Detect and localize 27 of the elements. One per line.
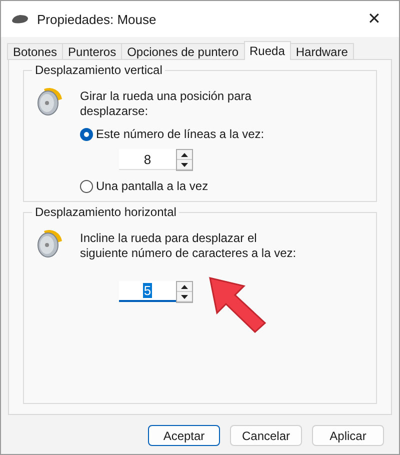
down-arrow-icon [181, 294, 188, 298]
up-arrow-icon [181, 152, 188, 156]
radio-option[interactable]: Este número de líneas a la vez: [80, 127, 300, 141]
tab[interactable]: Hardware [290, 43, 354, 60]
group-legend: Desplazamiento horizontal [32, 205, 180, 219]
close-button[interactable]: ✕ [359, 4, 389, 34]
down-arrow-icon [181, 162, 188, 166]
spin-up-button[interactable] [177, 150, 192, 160]
description-text: Incline la rueda para desplazar el siguiente número de caracteres a la vez: [80, 231, 298, 261]
dialog-button[interactable]: Aplicar [312, 425, 384, 446]
spin-down-button[interactable] [177, 160, 192, 170]
group-legend: Desplazamiento vertical [32, 63, 166, 77]
spin-down-button[interactable] [177, 292, 192, 302]
up-arrow-icon [181, 284, 188, 288]
tab[interactable]: Rueda [244, 41, 291, 60]
mouse-icon [11, 14, 29, 24]
radio-option[interactable]: Una pantalla a la vez [80, 179, 300, 193]
dialog-button[interactable]: Cancelar [230, 425, 302, 446]
arrow-drawing [208, 276, 268, 334]
dialog-button[interactable]: Aceptar [148, 425, 220, 446]
spin-up-button[interactable] [177, 282, 192, 292]
number-field[interactable]: 5 [119, 281, 176, 302]
tab[interactable]: Botones [7, 43, 64, 60]
number-field[interactable]: 8 [119, 149, 176, 170]
window-title: Propiedades: Mouse [37, 12, 158, 26]
tab[interactable]: Opciones de puntero [121, 43, 244, 60]
description-text: Girar la rueda una posición para desplazarse: [80, 89, 252, 119]
